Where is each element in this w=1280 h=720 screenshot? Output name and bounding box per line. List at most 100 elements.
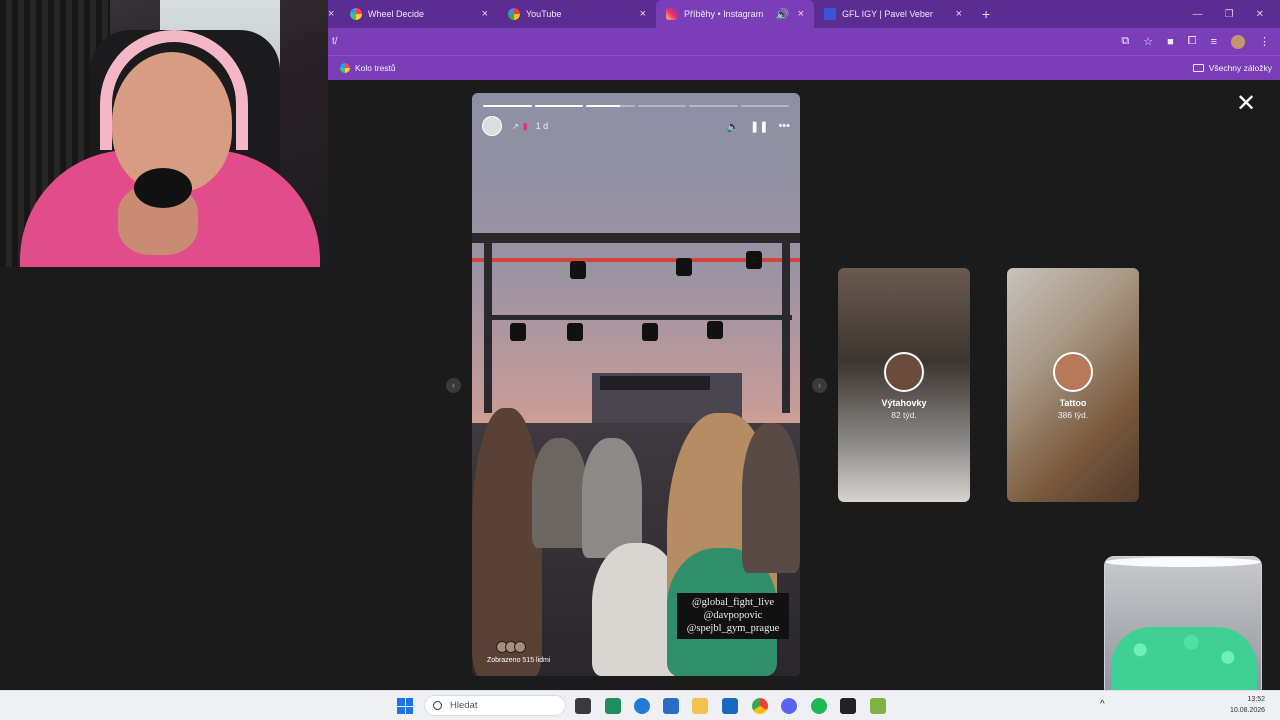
story-controls: 🔈 ❚❚ ••• (726, 120, 790, 133)
spectator (532, 438, 587, 548)
bookmarks-bar: Kolo trestů Všechny záložky (328, 55, 1280, 80)
story-author-avatar[interactable] (482, 116, 502, 136)
spotify-icon[interactable] (811, 698, 827, 714)
stage-light (570, 261, 586, 279)
puzzle-icon[interactable]: ⧠ (1188, 35, 1197, 48)
badge-icon: ▮ (522, 120, 528, 131)
webcam-overlay (0, 0, 328, 267)
minimize-icon[interactable]: — (1193, 9, 1203, 20)
search-icon (433, 701, 442, 710)
progress-segment (483, 105, 532, 107)
taskbar-search[interactable]: Hledat (424, 695, 566, 716)
volume-icon[interactable]: 🔈 (726, 120, 740, 133)
menu-kebab-icon[interactable]: ⋮ (1259, 35, 1270, 48)
minecraft-icon[interactable] (870, 698, 886, 714)
progress-segment (740, 105, 789, 107)
highlight-vytahovky[interactable]: Výtahovky 82 týd. (838, 268, 970, 502)
screen: × Wheel Decide × YouTube × Příběhy • Ins… (0, 0, 1280, 720)
bookmark-label: Kolo trestů (355, 63, 396, 73)
capcut-icon[interactable] (840, 698, 856, 714)
new-tab-icon[interactable]: + (982, 6, 990, 22)
file-explorer-icon[interactable] (692, 698, 708, 714)
folder-icon (1192, 64, 1204, 72)
stage-light (676, 258, 692, 276)
jar-lid (1105, 557, 1261, 567)
progress-segment (586, 105, 635, 107)
close-icon[interactable]: × (956, 8, 962, 20)
start-tile (405, 698, 413, 706)
outlook-icon[interactable] (722, 698, 738, 714)
extension-icon[interactable]: ■ (1167, 36, 1174, 48)
stage-light (707, 321, 723, 339)
tab-gfl[interactable]: GFL IGY | Pavel Veber × (814, 0, 972, 28)
viewer-avatars (496, 641, 550, 653)
close-story-icon[interactable]: ✕ (1236, 92, 1256, 116)
close-icon[interactable]: × (482, 8, 488, 20)
progress-fill (586, 105, 620, 107)
store-icon[interactable] (663, 698, 679, 714)
tab-label: GFL IGY | Pavel Veber (842, 9, 933, 19)
google-favicon-icon (508, 8, 520, 20)
tab-youtube[interactable]: YouTube × (498, 0, 656, 28)
all-bookmarks-label: Všechny záložky (1208, 63, 1272, 73)
tab-label: Wheel Decide (368, 9, 425, 19)
mention-tag[interactable]: @global_fight_live (677, 596, 789, 609)
clock[interactable]: 13:52 10.08.2026 (1230, 694, 1265, 716)
taskbar: Hledat ^ 13:52 10.08.2026 (0, 690, 1280, 720)
story-card[interactable]: ↗ ▮ 1 d 🔈 ❚❚ ••• @global_fight_live @dav… (472, 93, 800, 676)
mention-tag[interactable]: @davpopovic (677, 609, 789, 622)
mention-tag[interactable]: @spejbl_gym_prague (677, 622, 789, 635)
highlight-tattoo[interactable]: Tattoo 386 týd. (1007, 268, 1139, 502)
music-icon: ↗ (512, 121, 519, 131)
profile-avatar-icon[interactable] (1231, 34, 1245, 49)
previous-story-icon[interactable]: ‹ (446, 378, 461, 393)
tab-instagram[interactable]: Příběhy • Instagram 🔊 × (656, 0, 814, 28)
toolbar-icons: ⧉ ☆ ■ ⧠ ≡ ⋮ (1121, 34, 1280, 49)
gfl-favicon-icon (824, 8, 836, 20)
chrome-icon[interactable] (752, 698, 768, 714)
highlight-subtitle: 82 týd. (891, 410, 917, 420)
spectator (472, 408, 542, 676)
viewers[interactable]: Zobrazeno 515 lidmi (487, 641, 550, 664)
tab-bar: × Wheel Decide × YouTube × Příběhy • Ins… (328, 0, 1280, 28)
chat-icon[interactable] (605, 698, 621, 714)
tray-chevron-icon[interactable]: ^ (1100, 699, 1105, 710)
pause-icon[interactable]: ❚❚ (750, 120, 768, 133)
tab-wheel-decide[interactable]: Wheel Decide × (340, 0, 498, 28)
microphone (134, 168, 192, 208)
stage-light (746, 251, 762, 269)
maximize-icon[interactable]: ❐ (1225, 9, 1234, 20)
story-time: 1 d (535, 121, 549, 131)
stage-light (510, 323, 526, 341)
candy-jar-overlay (1104, 556, 1262, 704)
close-icon[interactable]: × (798, 8, 804, 20)
progress-fill (483, 105, 532, 107)
bookmark-kolo-trestu[interactable]: Kolo trestů (340, 63, 396, 73)
wheel-icon (340, 63, 350, 73)
highlight-title: Tattoo (1059, 398, 1087, 408)
close-icon[interactable]: × (640, 8, 646, 20)
media-control-icon[interactable]: ≡ (1211, 36, 1217, 48)
highlight-avatar (1053, 352, 1093, 392)
story-header: ↗ ▮ 1 d 🔈 ❚❚ ••• (482, 115, 790, 137)
spectator (582, 438, 642, 558)
start-tile (397, 706, 405, 714)
tab-label: Příběhy • Instagram (684, 9, 764, 19)
edge-icon[interactable] (634, 698, 650, 714)
truss (472, 233, 800, 243)
bookmark-star-icon[interactable]: ☆ (1143, 35, 1153, 48)
mention-tags: @global_fight_live @davpopovic @spejbl_g… (677, 593, 789, 639)
url-text[interactable]: t/ (332, 36, 338, 47)
all-bookmarks[interactable]: Všechny záložky (1192, 63, 1280, 73)
more-options-icon[interactable]: ••• (778, 120, 790, 132)
next-story-icon[interactable]: › (812, 378, 827, 393)
install-app-icon[interactable]: ⧉ (1121, 35, 1129, 48)
close-window-icon[interactable]: ✕ (1256, 9, 1264, 20)
speaker-icon[interactable]: 🔊 (776, 8, 790, 21)
instagram-favicon-icon (666, 8, 678, 20)
discord-icon[interactable] (781, 698, 797, 714)
tab-close-icon[interactable]: × (328, 0, 340, 28)
windows-start-icon[interactable] (397, 698, 413, 714)
stage-light (642, 323, 658, 341)
task-view-icon[interactable] (575, 698, 591, 714)
